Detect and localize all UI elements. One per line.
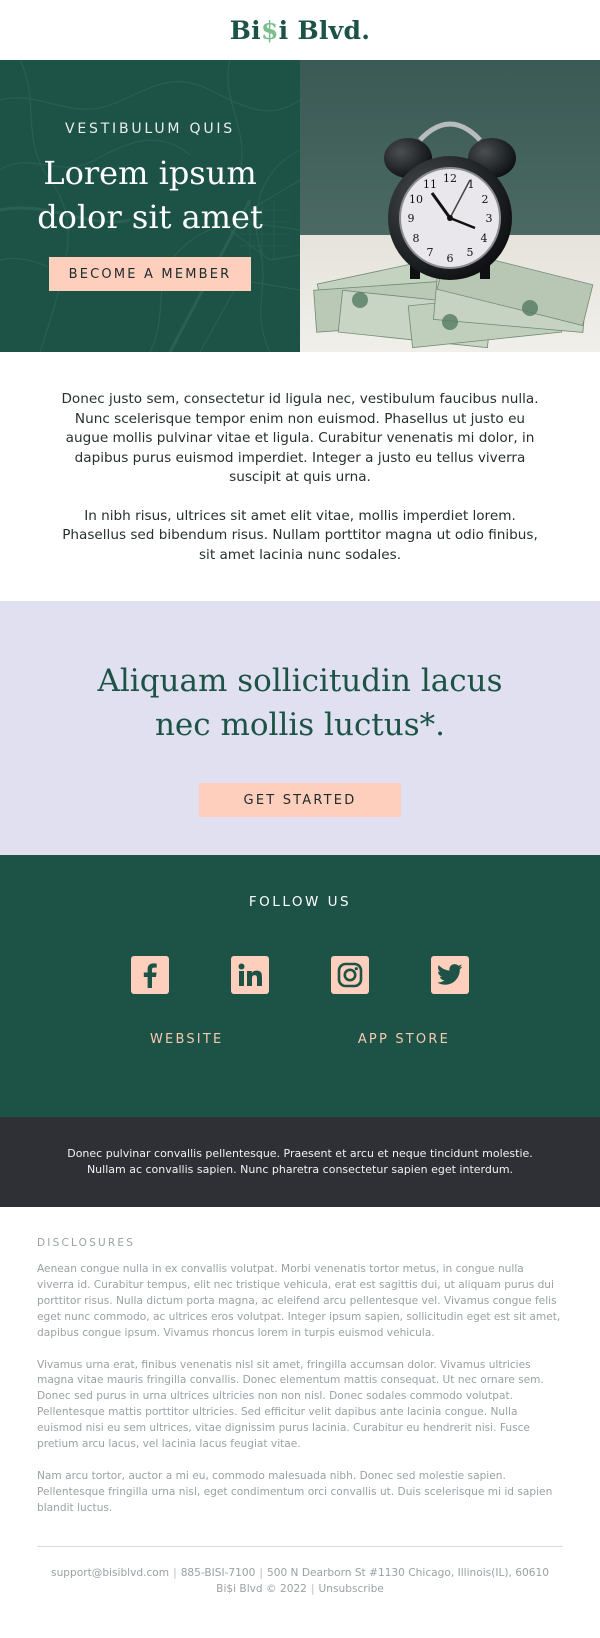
address: 500 N Dearborn St #1130 Chicago, Illinoi…: [266, 1566, 549, 1579]
svg-text:1: 1: [468, 178, 475, 191]
notice-text: Donec pulvinar convallis pellentesque. P…: [67, 1146, 533, 1178]
unsubscribe-link[interactable]: Unsubscribe: [319, 1583, 384, 1595]
separator: |: [310, 1582, 315, 1595]
notice-line2: Nullam ac convallis sapien. Nunc pharetr…: [86, 1163, 514, 1176]
promo-title-line1: Aliquam sollicitudin lacus: [97, 663, 503, 699]
logo-text-end: i Blvd.: [278, 15, 371, 45]
hero-title-line1: Lorem ipsum: [43, 154, 257, 192]
svg-text:3: 3: [486, 212, 493, 225]
hero-eyebrow: VESTIBULUM QUIS: [64, 121, 235, 137]
intro-text: Donec justo sem, consectetur id ligula n…: [0, 352, 600, 601]
alarm-clock-image: 12 12 345 678 91011: [300, 60, 600, 352]
promo-title: Aliquam sollicitudin lacus nec mollis lu…: [98, 659, 503, 747]
header: Bi$i Blvd.: [0, 0, 600, 60]
copyright: Bi$i Blvd © 2022: [216, 1582, 307, 1595]
promo-section: Aliquam sollicitudin lacus nec mollis lu…: [0, 601, 600, 855]
hero: VESTIBULUM QUIS Lorem ipsum dolor sit am…: [0, 60, 600, 352]
disclosures-title: DISCLOSURES: [37, 1237, 136, 1249]
bottom-spacer: [37, 1598, 563, 1638]
svg-text:8: 8: [413, 232, 420, 245]
svg-text:5: 5: [467, 246, 474, 259]
notice-bar: Donec pulvinar convallis pellentesque. P…: [0, 1117, 600, 1207]
social-links: [131, 956, 469, 994]
footer-links: WEBSITE APP STORE: [150, 1032, 450, 1047]
svg-text:12: 12: [443, 172, 457, 185]
contact-info: support@bisiblvd.com | 885-BISI-7100 | 500 N…: [37, 1566, 563, 1598]
twitter-icon[interactable]: [431, 956, 469, 994]
divider: [37, 1545, 563, 1547]
svg-text:6: 6: [447, 252, 454, 265]
logo-dollar: $: [260, 15, 279, 45]
follow-section: FOLLOW US WEBSITE APP STORE: [0, 855, 600, 1117]
phone-link[interactable]: 885-BISI-7100: [181, 1567, 256, 1579]
become-member-button[interactable]: BECOME A MEMBER: [49, 257, 251, 291]
promo-title-line2: nec mollis luctus*.: [154, 707, 445, 743]
support-email-link[interactable]: support@bisiblvd.com: [51, 1567, 169, 1579]
disclosure-paragraph: Nam arcu tortor, auctor a mi eu, commodo…: [37, 1469, 553, 1514]
brand-logo[interactable]: Bi$i Blvd.: [230, 16, 371, 45]
email: Bi$i Blvd. VESTIBULUM QUIS Lorem ipsum d…: [0, 0, 600, 1638]
disclosure-paragraph: Vivamus urna erat, finibus venenatis nis…: [37, 1358, 544, 1451]
disclosures-section: DISCLOSURES Aenean congue nulla in ex co…: [0, 1207, 600, 1638]
follow-title: FOLLOW US: [248, 894, 352, 910]
logo-text-start: Bi: [229, 15, 261, 45]
separator: |: [173, 1566, 177, 1579]
hero-title: Lorem ipsum dolor sit amet: [37, 151, 263, 239]
app-store-link[interactable]: APP STORE: [358, 1032, 450, 1047]
hero-title-line2: dolor sit amet: [37, 198, 263, 236]
disclosure-paragraph: Aenean congue nulla in ex convallis volu…: [37, 1263, 561, 1339]
get-started-button[interactable]: GET STARTED: [199, 783, 401, 817]
website-link[interactable]: WEBSITE: [150, 1032, 223, 1047]
svg-text:2: 2: [482, 193, 489, 206]
intro-paragraph: In nibh risus, ultrices sit amet elit vi…: [62, 507, 538, 563]
notice-line1: Donec pulvinar convallis pellentesque. P…: [67, 1147, 533, 1160]
svg-text:7: 7: [427, 246, 434, 259]
hero-panel: VESTIBULUM QUIS Lorem ipsum dolor sit am…: [0, 60, 300, 352]
svg-text:9: 9: [408, 212, 415, 225]
svg-text:4: 4: [481, 232, 488, 245]
svg-text:10: 10: [409, 193, 423, 206]
svg-text:11: 11: [423, 178, 437, 191]
facebook-icon[interactable]: [131, 956, 169, 994]
instagram-icon[interactable]: [331, 956, 369, 994]
intro-paragraph: Donec justo sem, consectetur id ligula n…: [61, 391, 539, 485]
hero-image-alarm-clock: 12 1 2 345 678 9 10 11: [300, 60, 600, 352]
separator: |: [259, 1566, 263, 1579]
linkedin-icon[interactable]: [231, 956, 269, 994]
